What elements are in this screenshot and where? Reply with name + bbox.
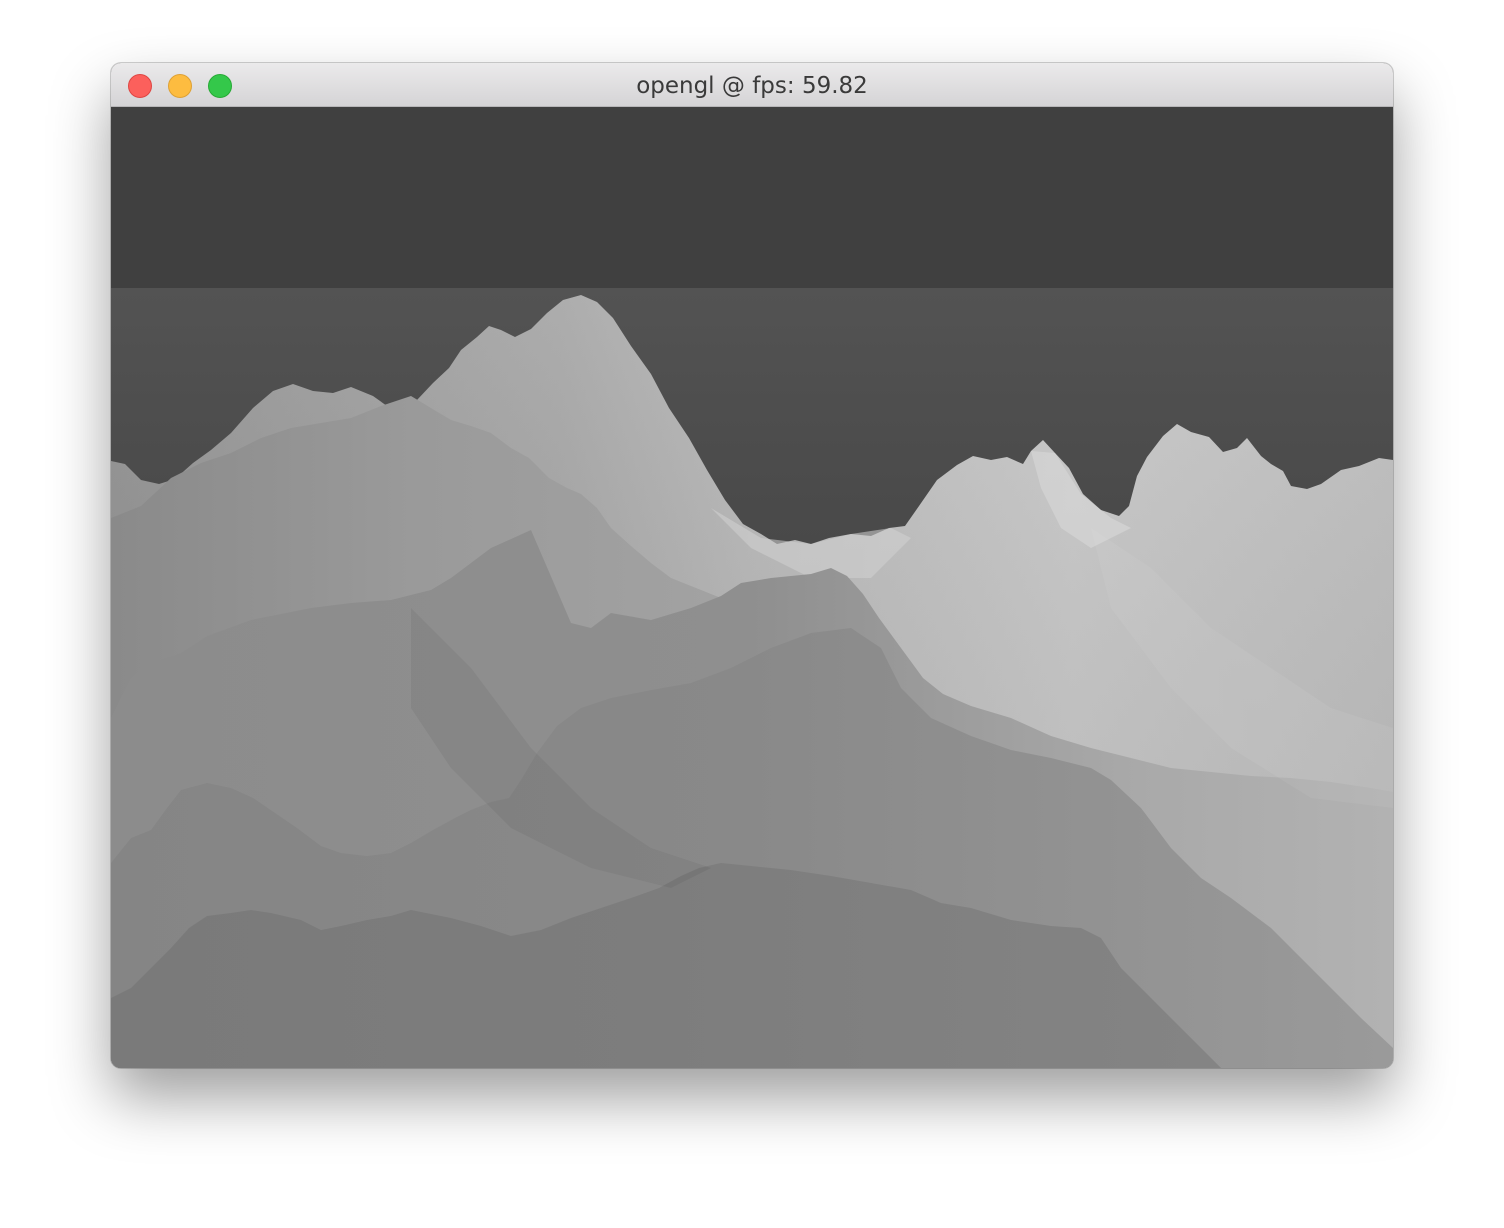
- terrain-render: [111, 108, 1393, 1068]
- app-window: opengl @ fps: 59.82: [111, 63, 1393, 1068]
- window-title: opengl @ fps: 59.82: [636, 73, 868, 99]
- title-bar[interactable]: opengl @ fps: 59.82: [111, 63, 1393, 107]
- opengl-viewport[interactable]: [111, 108, 1393, 1068]
